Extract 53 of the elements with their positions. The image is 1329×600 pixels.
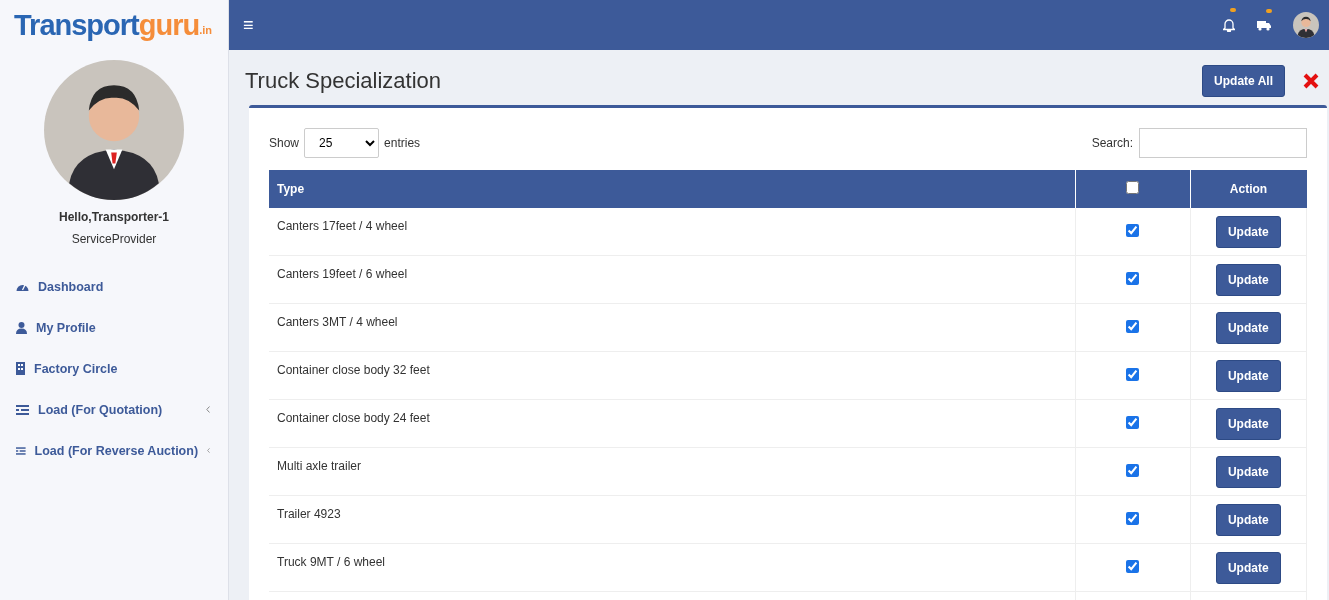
row-checkbox[interactable] bbox=[1126, 271, 1139, 285]
update-button[interactable]: Update bbox=[1215, 551, 1281, 584]
update-button[interactable]: Update bbox=[1215, 359, 1281, 392]
list-icon bbox=[16, 404, 29, 415]
update-button[interactable]: Update bbox=[1215, 503, 1281, 536]
search-field[interactable] bbox=[1139, 128, 1307, 158]
column-header: Type bbox=[269, 170, 1075, 208]
update-all-button[interactable]: Update All bbox=[1202, 65, 1285, 97]
user-role: ServiceProvider bbox=[71, 232, 157, 246]
table-cell-text: Truck 9MT / 6 wheel bbox=[277, 554, 387, 569]
update-button[interactable]: Update bbox=[1215, 455, 1281, 488]
row-checkbox[interactable] bbox=[1126, 559, 1139, 573]
page-title: Truck Specialization bbox=[245, 68, 443, 94]
bell-icon[interactable] bbox=[1223, 18, 1235, 32]
update-button[interactable]: Update bbox=[1215, 407, 1281, 440]
sidebar-item[interactable]: Factory Circle bbox=[0, 348, 228, 389]
logo-text: guru bbox=[138, 8, 200, 42]
user-greeting: Hello,Transporter-1 bbox=[59, 210, 169, 224]
update-button[interactable]: Update bbox=[1215, 263, 1281, 296]
sidebar-item[interactable]: My Profile bbox=[0, 307, 228, 348]
table-cell-text: Canters 17feet / 4 wheel bbox=[277, 218, 409, 233]
user-icon bbox=[16, 321, 27, 334]
sidebar-item[interactable]: Load (For Reverse Auction) bbox=[0, 430, 228, 471]
menu-button[interactable]: ≡ bbox=[243, 14, 254, 36]
logo-suffix: .in bbox=[199, 24, 213, 36]
update-button[interactable]: Update bbox=[1215, 311, 1281, 344]
table-cell-text: Canters 19feet / 6 wheel bbox=[277, 266, 409, 281]
building-icon bbox=[16, 362, 25, 375]
sidebar-item[interactable]: Dashboard bbox=[0, 266, 228, 307]
update-button[interactable]: Update bbox=[1215, 215, 1281, 248]
row-checkbox[interactable] bbox=[1126, 463, 1139, 477]
select-all-checkbox[interactable] bbox=[1126, 181, 1139, 194]
table-cell-text: Canters 3MT / 4 wheel bbox=[277, 314, 399, 329]
list-icon bbox=[16, 445, 26, 456]
table-cell-text: Container close body 24 feet bbox=[277, 410, 431, 425]
row-checkbox[interactable] bbox=[1126, 223, 1139, 237]
page-size-select[interactable]: 25 bbox=[304, 128, 380, 158]
entries-label: entries bbox=[384, 136, 421, 150]
close-icon[interactable] bbox=[1303, 73, 1319, 89]
truck-icon[interactable] bbox=[1257, 19, 1271, 31]
table-cell-text: Container close body 32 feet bbox=[277, 362, 431, 377]
row-checkbox[interactable] bbox=[1126, 319, 1139, 333]
table-cell-text: Trailer 4923 bbox=[277, 506, 342, 521]
sidebar-item[interactable]: Load (For Quotation) bbox=[0, 389, 228, 430]
row-checkbox[interactable] bbox=[1126, 367, 1139, 381]
search-label: Search: bbox=[1091, 136, 1133, 150]
row-checkbox[interactable] bbox=[1126, 415, 1139, 429]
avatar-icon[interactable] bbox=[1293, 12, 1319, 38]
logo-text: Transport bbox=[14, 8, 139, 42]
column-header: Action bbox=[1190, 170, 1307, 208]
table-cell-text: Multi axle trailer bbox=[277, 458, 363, 473]
row-checkbox[interactable] bbox=[1126, 511, 1139, 525]
show-label: Show bbox=[269, 136, 300, 150]
